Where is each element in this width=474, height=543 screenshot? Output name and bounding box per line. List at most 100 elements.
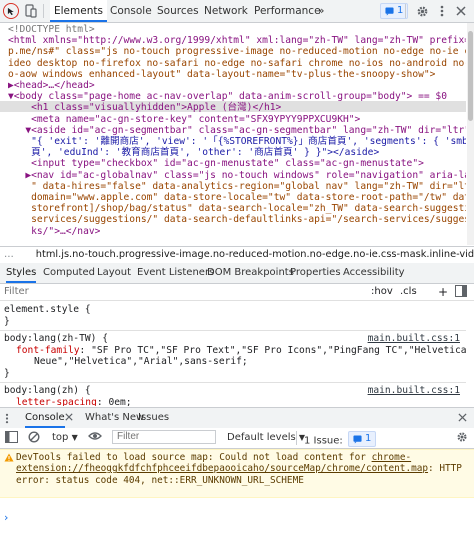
context-value: top bbox=[52, 432, 69, 443]
rule-selector[interactable]: body:lang(zh-TW) { bbox=[4, 333, 108, 345]
close-drawer-button[interactable] bbox=[458, 413, 467, 422]
css-value[interactable]: "SF Pro TC","SF Pro Text","SF Pro Icons"… bbox=[91, 345, 466, 356]
dom-line[interactable]: <input type="checkbox" id="ac-gn-menusta… bbox=[8, 158, 466, 169]
elements-dom-tree[interactable]: <!DOCTYPE html> <html xmlns="http://www.… bbox=[0, 23, 466, 245]
dom-line[interactable]: "{ 'exit': '離開商店', 'view': '「{%STOREFRON… bbox=[8, 136, 466, 147]
class-toggle[interactable]: .cls bbox=[400, 284, 417, 300]
drawer-tab-whats-new[interactable]: What's New bbox=[85, 408, 144, 428]
dom-line[interactable]: <!DOCTYPE html> bbox=[8, 24, 466, 35]
tab-computed[interactable]: Computed bbox=[43, 263, 95, 283]
gear-icon bbox=[417, 6, 427, 16]
dom-line[interactable]: ▶<head>…</head> bbox=[8, 80, 466, 91]
toolbar-divider bbox=[405, 4, 406, 18]
styles-pane[interactable]: element.style { } body:lang(zh-TW) { mai… bbox=[0, 302, 466, 406]
dom-line[interactable]: " data-hires="false" data-analytics-regi… bbox=[8, 181, 466, 192]
rule-source-link[interactable]: main.built.css:1 bbox=[368, 333, 460, 345]
tab-properties[interactable]: Properties bbox=[290, 263, 341, 283]
devtools-main-toolbar: Elements Console Sources Network Perform… bbox=[0, 0, 474, 23]
close-devtools-button[interactable] bbox=[452, 2, 470, 20]
dom-line-selected[interactable]: ▼<body class="page-home ac-nav-overlap" … bbox=[8, 91, 466, 102]
rule-source-link[interactable]: main.built.css:1 bbox=[368, 385, 460, 397]
css-value[interactable]: 0em; bbox=[108, 397, 131, 406]
clear-console-button[interactable] bbox=[28, 431, 40, 445]
rule-close-brace: } bbox=[4, 368, 10, 379]
tab-elements[interactable]: Elements bbox=[50, 0, 107, 22]
css-declaration[interactable]: letter-spacing: 0em; bbox=[16, 397, 132, 406]
rule-separator bbox=[0, 330, 466, 331]
scrollbar-thumb[interactable] bbox=[468, 31, 473, 121]
css-declaration[interactable]: font-family: "SF Pro TC","SF Pro Text","… bbox=[16, 345, 466, 357]
settings-button[interactable] bbox=[413, 2, 431, 20]
customize-menu-button[interactable] bbox=[433, 2, 451, 20]
dom-line[interactable]: storefront]/shop/bag/status" data-search… bbox=[8, 203, 466, 214]
dom-line[interactable]: ks/">…</nav> bbox=[8, 226, 466, 237]
styles-tab-bar: Styles Computed Layout Event Listeners D… bbox=[0, 263, 474, 284]
tab-styles[interactable]: Styles bbox=[6, 263, 37, 283]
tab-layout[interactable]: Layout bbox=[97, 263, 131, 283]
prompt-caret: › bbox=[4, 511, 9, 524]
sidebar-toggle-icon bbox=[5, 431, 18, 443]
context-selector[interactable]: top ▼ bbox=[52, 431, 78, 445]
new-style-rule-button[interactable]: + bbox=[438, 284, 448, 300]
device-mode-icon bbox=[25, 4, 37, 18]
elements-scrollbar[interactable] bbox=[467, 23, 474, 245]
element-style-selector[interactable]: element.style { bbox=[4, 304, 91, 316]
tab-accessibility[interactable]: Accessibility bbox=[343, 263, 405, 283]
dom-line[interactable]: domain="www.apple.com" data-store-locale… bbox=[8, 192, 466, 203]
device-toolbar-button[interactable] bbox=[22, 2, 40, 20]
issue-chat-icon bbox=[385, 6, 394, 16]
console-prompt[interactable]: › bbox=[4, 511, 464, 525]
tab-sources[interactable]: Sources bbox=[153, 0, 203, 22]
dom-line[interactable]: services/suggestions/" data-search-defau… bbox=[8, 214, 466, 225]
console-settings-button[interactable] bbox=[456, 431, 468, 445]
styles-filter-row: :hov .cls + bbox=[0, 284, 474, 301]
dom-line[interactable]: <h1 class="visuallyhidden">Apple (台灣)</h… bbox=[8, 102, 466, 113]
console-filter-input[interactable] bbox=[112, 430, 216, 444]
breadcrumb-html[interactable]: html.js.no-touch.progressive-image.no-re… bbox=[14, 249, 474, 260]
close-icon bbox=[456, 6, 466, 16]
dom-line[interactable]: 頁', 'eduInd': '教育商店首頁', 'other': '商店首頁' … bbox=[8, 147, 466, 158]
styles-filter-input[interactable] bbox=[4, 285, 304, 298]
dom-line[interactable]: ▶<nav id="ac-globalnav" class="js no-tou… bbox=[8, 170, 466, 181]
console-warning-message[interactable]: DevTools failed to load source map: Coul… bbox=[0, 449, 474, 498]
tab-dom-breakpoints[interactable]: DOM Breakpoints bbox=[207, 263, 294, 283]
tab-console[interactable]: Console bbox=[106, 0, 156, 22]
close-drawer-tab-button[interactable] bbox=[65, 413, 73, 421]
dom-line[interactable]: <html xmlns="http://www.w3.org/1999/xhtm… bbox=[8, 35, 466, 46]
warning-text: DevTools failed to load source map: Coul… bbox=[16, 452, 372, 463]
log-levels-dropdown[interactable]: Default levels ▼ bbox=[227, 431, 305, 445]
kebab-menu-icon bbox=[440, 5, 444, 17]
rule-close-brace: } bbox=[4, 316, 10, 327]
drawer-tab-bar: Console What's New Issues bbox=[0, 407, 474, 429]
rule-selector[interactable]: body:lang(zh) { bbox=[4, 385, 91, 397]
more-tabs-button[interactable]: » bbox=[314, 0, 328, 22]
issue-count: 1 bbox=[364, 433, 372, 444]
dom-line[interactable]: ▼<aside id="ac-gn-segmentbar" class="ac-… bbox=[8, 125, 466, 136]
kebab-menu-icon bbox=[5, 413, 9, 424]
tab-event-listeners[interactable]: Event Listeners bbox=[137, 263, 214, 283]
dom-line[interactable]: <meta name="ac-gn-store-key" content="SF… bbox=[8, 114, 466, 125]
console-sidebar-button[interactable] bbox=[5, 431, 18, 445]
css-value-continued[interactable]: Neue","Helvetica","Arial",sans-serif; bbox=[34, 356, 248, 368]
drawer-menu-button[interactable] bbox=[5, 413, 9, 424]
issues-count: 1 bbox=[397, 5, 404, 16]
inspect-element-button[interactable] bbox=[2, 2, 20, 20]
dom-line[interactable]: p.me/ns#" class="js no-touch progressive… bbox=[8, 46, 466, 57]
css-property[interactable]: font-family bbox=[16, 345, 80, 356]
console-toolbar: top ▼ Default levels ▼ 1 Issue: 1 bbox=[0, 428, 474, 449]
eye-icon bbox=[88, 432, 102, 440]
toolbar-divider bbox=[43, 4, 44, 18]
css-property[interactable]: letter-spacing bbox=[16, 397, 97, 406]
toggle-sidebar-button[interactable] bbox=[455, 285, 469, 299]
drawer-tab-console[interactable]: Console bbox=[25, 408, 65, 428]
live-expression-button[interactable] bbox=[88, 431, 102, 445]
hover-state-toggle[interactable]: :hov bbox=[371, 284, 393, 300]
console-issues-button[interactable]: 1 Issue: 1 bbox=[304, 431, 377, 447]
issue-chat-icon bbox=[353, 434, 362, 444]
dom-line[interactable]: o-aow windows enhanced-layout" data-layo… bbox=[8, 69, 466, 80]
dom-line[interactable]: ideo desktop no-firefox no-safari no-edg… bbox=[8, 58, 466, 69]
drawer-tab-issues[interactable]: Issues bbox=[138, 408, 169, 428]
rule-separator bbox=[0, 382, 466, 383]
dom-breadcrumb[interactable]: … html.js.no-touch.progressive-image.no-r… bbox=[0, 246, 474, 264]
tab-network[interactable]: Network bbox=[200, 0, 252, 22]
